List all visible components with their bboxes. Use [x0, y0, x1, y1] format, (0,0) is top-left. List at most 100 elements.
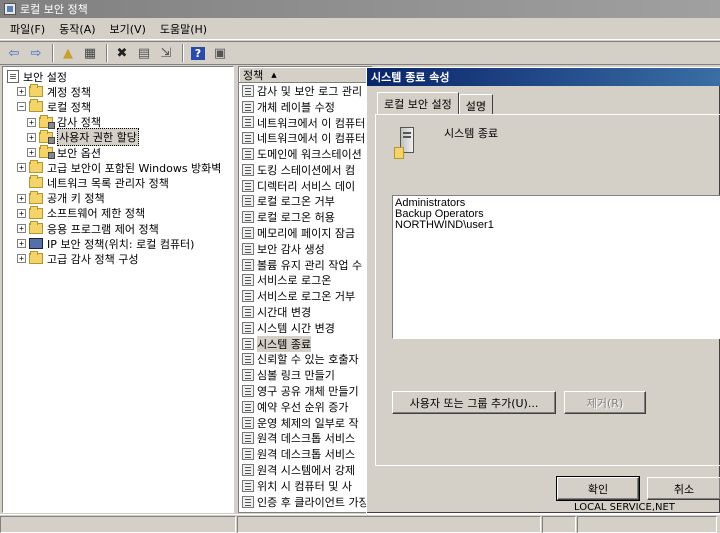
- policy-icon: [242, 132, 254, 145]
- expand-icon[interactable]: +: [17, 254, 26, 264]
- tree-item-label: 네트워크 목록 관리자 정책: [47, 176, 169, 190]
- list-item[interactable]: 네트워크에서 이 컴퓨터: [239, 130, 372, 146]
- menu-file[interactable]: 파일(F): [4, 19, 51, 39]
- ok-button[interactable]: 확인: [556, 476, 640, 501]
- expand-icon[interactable]: +: [17, 163, 26, 173]
- list-item[interactable]: 서비스로 로그온: [239, 273, 372, 289]
- list-item[interactable]: 시스템 시간 변경: [239, 320, 372, 336]
- policy-icon: [242, 195, 254, 208]
- policy-icon: [242, 227, 254, 240]
- list-item[interactable]: 메모리에 페이지 잠금: [239, 225, 372, 241]
- collapse-icon[interactable]: −: [17, 102, 26, 112]
- tree-item[interactable]: + 응용 프로그램 제어 정책: [17, 221, 159, 236]
- list-item[interactable]: 디렉터리 서비스 데이: [239, 178, 372, 194]
- policy-list-pane[interactable]: 정책 ▲ 감사 및 보안 로그 관리 개체 레이블 수정 네트워크에서 이 컴퓨터 네…: [238, 66, 372, 513]
- up-folder-button[interactable]: ▲: [58, 43, 78, 63]
- list-item[interactable]: 로컬 로그온 허용: [239, 209, 372, 225]
- policy-name-label: 시스템 종료: [257, 335, 312, 352]
- toolbar-separator: [52, 44, 54, 62]
- policy-icon: [242, 179, 254, 192]
- tree-item[interactable]: 보안 설정: [7, 69, 67, 84]
- locked-folder-icon: [39, 145, 55, 159]
- list-item[interactable]: 신뢰할 수 있는 호출자: [239, 352, 372, 368]
- expand-icon[interactable]: +: [17, 87, 26, 97]
- tree-item[interactable]: + 계정 정책: [17, 84, 91, 99]
- list-item[interactable]: NORTHWIND\user1: [395, 220, 720, 231]
- tree-item[interactable]: + 소프트웨어 제한 정책: [17, 205, 145, 221]
- list-item[interactable]: 네트워크에서 이 컴퓨터: [239, 115, 372, 131]
- toolbar-separator: [182, 44, 184, 62]
- tree-item[interactable]: + 공개 키 정책: [17, 190, 105, 206]
- policy-icon: [242, 479, 254, 492]
- window-title-bar[interactable]: 로컬 보안 정책: [0, 0, 720, 18]
- status-cell: [542, 516, 576, 533]
- tree-item-label: IP 보안 정책(위치: 로컬 컴퓨터): [47, 237, 195, 251]
- tree-item[interactable]: − 로컬 정책: [17, 99, 91, 114]
- tree-item-label: 계정 정책: [47, 85, 91, 99]
- list-item[interactable]: 운영 체제의 일부로 작: [239, 415, 372, 431]
- tree-item-label: 고급 보안이 포함된 Windows 방화벽: [47, 161, 222, 175]
- members-list[interactable]: Administrators Backup Operators NORTHWIN…: [392, 195, 720, 339]
- list-item[interactable]: 원격 시스템에서 강제: [239, 462, 372, 478]
- policy-name-label: 볼륨 유지 관리 작업 수: [257, 258, 363, 272]
- list-item[interactable]: 원격 데스크톱 서비스: [239, 431, 372, 447]
- add-user-or-group-button[interactable]: 사용자 또는 그룹 추가(U)...: [392, 391, 556, 414]
- list-item[interactable]: 심볼 링크 만들기: [239, 367, 372, 383]
- list-item[interactable]: 인증 후 클라이언트 가장: [239, 494, 372, 510]
- console-button[interactable]: ▣: [210, 43, 230, 63]
- cancel-button[interactable]: 취소: [647, 477, 720, 500]
- list-item[interactable]: 시스템 종료: [239, 335, 372, 352]
- policy-icon: [242, 100, 254, 113]
- tree-item[interactable]: 네트워크 목록 관리자 정책: [17, 175, 169, 190]
- tab-local-security-setting[interactable]: 로컬 보안 설정: [377, 92, 459, 114]
- policy-name-label: 원격 데스크톱 서비스: [257, 448, 356, 462]
- list-item[interactable]: 개체 레이블 수정: [239, 99, 372, 115]
- list-item[interactable]: 감사 및 보안 로그 관리: [239, 83, 372, 99]
- tree-item[interactable]: + 사용자 권한 할당: [27, 128, 139, 147]
- list-item[interactable]: 예약 우선 순위 증가: [239, 399, 372, 415]
- policy-icon: [242, 432, 254, 445]
- list-item[interactable]: 보안 감사 생성: [239, 241, 372, 257]
- tab-explain[interactable]: 설명: [458, 94, 493, 114]
- expand-icon[interactable]: +: [17, 208, 26, 218]
- menu-bar: 파일(F) 동작(A) 보기(V) 도움말(H): [0, 18, 720, 40]
- expand-icon[interactable]: +: [27, 132, 36, 142]
- expand-icon[interactable]: +: [27, 148, 36, 157]
- list-item[interactable]: 도킹 스테이션에서 컴: [239, 162, 372, 178]
- ip-security-icon: [29, 238, 43, 250]
- policy-icon: [242, 242, 254, 255]
- expand-icon[interactable]: +: [17, 224, 26, 233]
- tab-panel: 시스템 종료 Administrators Backup Operators N…: [375, 114, 720, 466]
- export-list-button[interactable]: ⇲: [156, 43, 176, 63]
- dialog-title-bar[interactable]: 시스템 종료 속성: [367, 68, 720, 86]
- show-hide-tree-button[interactable]: ▦: [80, 43, 100, 63]
- list-item[interactable]: 도메인에 워크스테이션: [239, 146, 372, 162]
- tree-item[interactable]: + IP 보안 정책(위치: 로컬 컴퓨터): [17, 236, 194, 251]
- server-policy-icon: [394, 127, 418, 159]
- list-item[interactable]: 영구 공유 개체 만들기: [239, 383, 372, 399]
- tree-item[interactable]: + 보안 옵션: [27, 145, 101, 160]
- list-item[interactable]: 원격 데스크톱 서비스: [239, 446, 372, 462]
- list-item[interactable]: 볼륨 유지 관리 작업 수: [239, 257, 372, 273]
- list-item[interactable]: 로컬 로그온 거부: [239, 194, 372, 210]
- list-item[interactable]: 서비스로 로그온 거부: [239, 288, 372, 304]
- back-arrow-button[interactable]: ⇦: [4, 43, 24, 63]
- forward-arrow-button[interactable]: ⇨: [26, 43, 46, 63]
- remove-button[interactable]: 제거(R): [564, 391, 646, 414]
- status-cell: [577, 516, 717, 533]
- expand-icon[interactable]: +: [27, 117, 36, 127]
- properties-button[interactable]: ▤: [134, 43, 154, 63]
- tree-item[interactable]: + 고급 보안이 포함된 Windows 방화벽: [17, 160, 221, 175]
- menu-help[interactable]: 도움말(H): [154, 19, 213, 39]
- help-button[interactable]: ?: [188, 43, 208, 63]
- list-item[interactable]: 위치 시 컴퓨터 및 사: [239, 478, 372, 494]
- tree-item[interactable]: + 고급 감사 정책 구성: [17, 251, 138, 266]
- menu-view[interactable]: 보기(V): [104, 19, 152, 39]
- expand-icon[interactable]: +: [17, 193, 26, 203]
- menu-action[interactable]: 동작(A): [53, 19, 101, 39]
- tree-pane[interactable]: 보안 설정 + 계정 정책 − 로컬 정책 + 감사 정책 + 사용자 권한 할당 + 보안 옵션 +…: [2, 66, 234, 513]
- expand-icon[interactable]: +: [17, 239, 26, 249]
- column-header-policy[interactable]: 정책 ▲: [239, 67, 372, 83]
- delete-button[interactable]: ✖: [112, 43, 132, 63]
- list-item[interactable]: 시간대 변경: [239, 304, 372, 320]
